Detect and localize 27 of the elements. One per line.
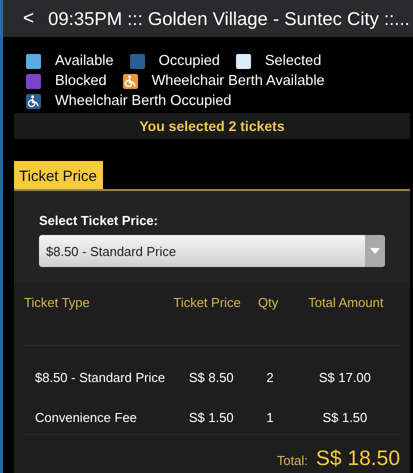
legend-label: Blocked [55, 73, 107, 89]
table-cell-text: 2 [265, 370, 275, 384]
total-amount: S$ 18.50 [316, 447, 400, 471]
table-cell-text: S$ 1.50 [188, 410, 235, 424]
legend-label: Wheelchair Berth Occupied [55, 93, 232, 109]
table-cell-text: 1 [265, 410, 275, 424]
table-cell-text: $8.50 - Standard Price [35, 370, 166, 384]
table-cell-text: S$ 1.50 [321, 410, 368, 424]
column-header: Ticket Type [24, 295, 91, 312]
caret-icon [370, 248, 380, 254]
legend-label: Available [55, 53, 114, 69]
back-button[interactable]: < [23, 8, 34, 30]
table-cell-text: S$ 8.50 [188, 370, 235, 384]
total-label: Total: [276, 453, 308, 468]
legend-label: Wheelchair Berth Available [152, 73, 325, 89]
legend-label: Selected [264, 53, 322, 69]
price-dropdown[interactable]: $8.50 - Standard Price [39, 235, 385, 267]
selection-notice: You selected 2 tickets [14, 113, 410, 139]
column-header: Total Amount [307, 295, 384, 312]
screen-title: 09:35PM ::: Golden Village - Suntec City ::... [48, 8, 410, 30]
select-label: Select Ticket Price: [39, 213, 159, 228]
table-cell-text: S$ 17.00 [318, 370, 372, 384]
column-header: Ticket Price [172, 295, 242, 312]
column-header: Qty [256, 295, 280, 312]
ticket-price-tab[interactable]: Ticket Price [14, 161, 103, 189]
legend-label: Occupied [158, 53, 220, 69]
table-cell-text: Convenience Fee [35, 410, 138, 424]
